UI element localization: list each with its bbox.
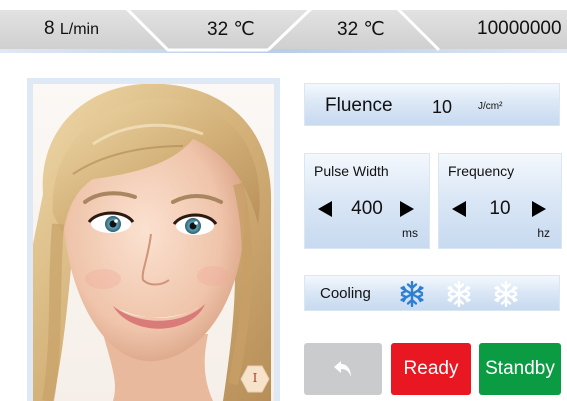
pulse-width-increase-right-arrow-icon[interactable] <box>399 200 415 218</box>
temperature-readout-2: 32 ℃ <box>337 19 385 40</box>
pulse-width-label: Pulse Width <box>314 163 389 179</box>
pulse-width-unit: ms <box>402 226 418 240</box>
undo-arrow-icon <box>334 361 351 377</box>
ready-button[interactable]: Ready <box>391 343 471 395</box>
water-flow-readout: 8 L/min <box>44 18 99 40</box>
treatment-area-photo-frame: I <box>27 78 280 401</box>
frequency-increase-right-arrow-icon[interactable] <box>531 200 547 218</box>
fluence-label: Fluence <box>325 95 393 116</box>
back-button[interactable] <box>304 343 382 395</box>
cooling-label: Cooling <box>320 285 371 302</box>
frequency-label: Frequency <box>448 163 515 179</box>
water-flow-value: 8 <box>44 18 55 39</box>
frequency-panel: Frequency 10 hz <box>438 153 562 249</box>
cooling-level-1-snowflake-icon[interactable] <box>399 280 425 308</box>
face-photo: I <box>33 84 274 401</box>
fluence-unit: J/cm² <box>478 101 503 112</box>
woman-face-illustration <box>33 84 272 401</box>
shot-counter: 10000000 <box>477 18 562 39</box>
frequency-unit: hz <box>537 226 550 240</box>
cooling-level-3-snowflake-icon[interactable] <box>493 280 519 308</box>
fluence-value: 10 <box>432 97 453 117</box>
hex-button-label: I <box>252 371 258 385</box>
pulse-width-panel: Pulse Width 400 ms <box>304 153 430 249</box>
water-flow-unit: L/min <box>59 21 99 38</box>
standby-button[interactable]: Standby <box>479 343 561 395</box>
area-selector-hex-button[interactable]: I <box>240 364 270 394</box>
fluence-panel[interactable]: Fluence 10 J/cm² <box>304 83 560 126</box>
cooling-level-2-snowflake-icon[interactable] <box>446 280 472 308</box>
temperature-readout-1: 32 ℃ <box>207 19 255 40</box>
status-bar: 8 L/min 32 ℃ 32 ℃ 10000000 <box>0 0 567 54</box>
cooling-panel: Cooling <box>304 275 560 311</box>
